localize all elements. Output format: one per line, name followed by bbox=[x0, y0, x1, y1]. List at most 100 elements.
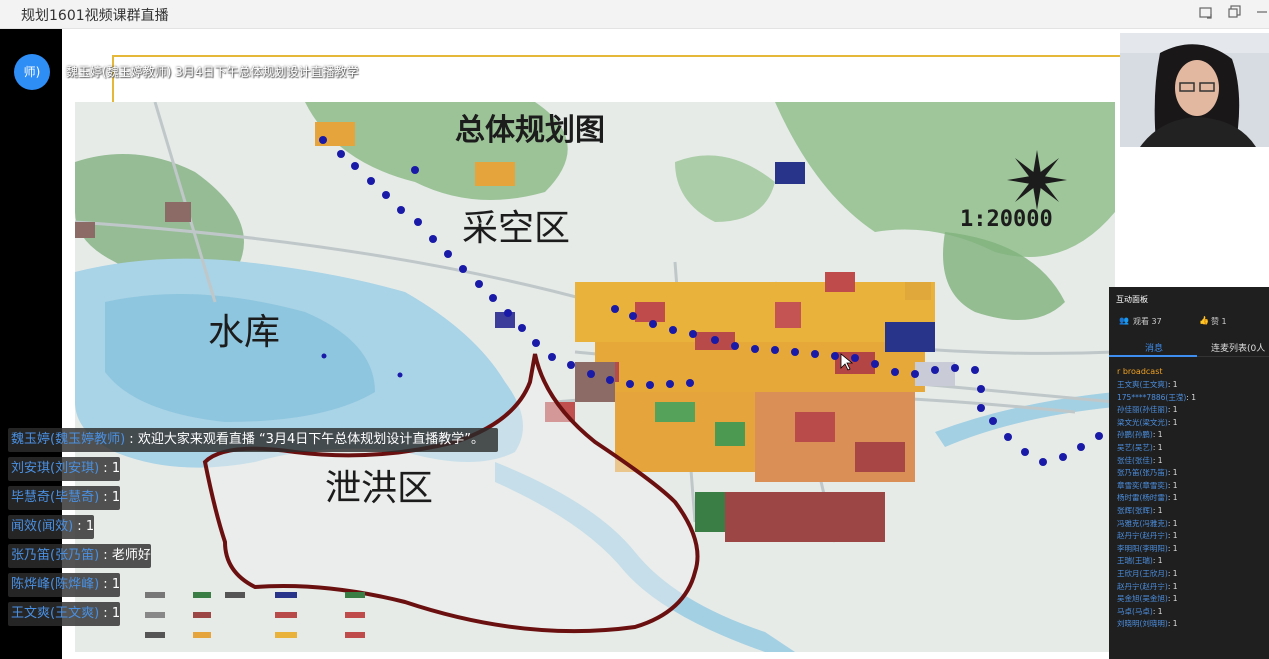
panel-message-user[interactable]: 刘晓明(刘晓明) bbox=[1117, 619, 1168, 628]
chat-username[interactable]: 闻效(闻效) bbox=[11, 519, 73, 534]
chat-line: 王文爽(王文爽) : 1 bbox=[8, 602, 120, 626]
panel-message: 王瑞(王瑞): 1 bbox=[1117, 555, 1269, 568]
panel-message: 吴艺(吴艺): 1 bbox=[1117, 442, 1269, 455]
panel-message-text: 1 bbox=[1172, 619, 1178, 629]
chat-line: 陈烨峰(陈烨峰) : 1 bbox=[8, 573, 120, 597]
chat-message: 1 bbox=[111, 577, 121, 592]
panel-message-text: 1 bbox=[1172, 543, 1178, 553]
panel-message-user[interactable]: 赵丹宁(赵丹宁) bbox=[1117, 582, 1168, 591]
panel-message-user[interactable]: 杨时雷(杨时雷) bbox=[1117, 493, 1168, 502]
panel-message: 吴金旭(吴金旭): 1 bbox=[1117, 593, 1269, 606]
panel-message-user[interactable]: 吴金旭(吴金旭) bbox=[1117, 594, 1168, 603]
panel-tabs: 消息 连麦列表(0人 bbox=[1109, 337, 1269, 357]
chat-line: 刘安琪(刘安琪) : 1 bbox=[8, 457, 120, 481]
panel-message-user[interactable]: 孙鹏(孙鹏) bbox=[1117, 430, 1153, 439]
chat-message: 欢迎大家来观看直播 “3月4日下午总体规划设计直播教学”。 bbox=[137, 432, 484, 447]
panel-message-user[interactable]: 马卓(马卓) bbox=[1117, 607, 1153, 616]
teacher-avatar[interactable]: 师) bbox=[14, 54, 50, 90]
panel-message-user[interactable]: 赵丹宁(赵丹宁) bbox=[1117, 531, 1168, 540]
panel-message-user[interactable]: 吴艺(吴艺) bbox=[1117, 443, 1153, 452]
panel-message: 赵丹宁(赵丹宁): 1 bbox=[1117, 530, 1269, 543]
panel-message-text: 1 bbox=[1172, 581, 1178, 591]
chat-separator: : bbox=[125, 432, 138, 447]
panel-message-text: 1 bbox=[1157, 606, 1163, 616]
map-title: 总体规划图 bbox=[455, 113, 605, 148]
panel-message-text: 1 bbox=[1172, 380, 1178, 389]
map-scale: 1:20000 bbox=[960, 207, 1053, 232]
panel-message-user[interactable]: 孙佳丽(孙佳丽) bbox=[1117, 405, 1168, 414]
map-label-mining: 采空区 bbox=[462, 208, 570, 249]
chat-separator: : bbox=[99, 606, 112, 621]
chat-username[interactable]: 陈烨峰(陈烨峰) bbox=[11, 577, 99, 592]
panel-message-text: 1 bbox=[1172, 594, 1178, 604]
like-count: 赞 1 bbox=[1211, 317, 1227, 326]
panel-message-user[interactable]: 梁文光(梁文光) bbox=[1117, 418, 1168, 427]
panel-message: 孙佳丽(孙佳丽): 1 bbox=[1117, 404, 1269, 417]
tab-mic-list[interactable]: 连麦列表(0人 bbox=[1211, 341, 1265, 354]
panel-message-user[interactable]: 章雪奕(章雪奕) bbox=[1117, 481, 1168, 490]
map-label-flood: 泄洪区 bbox=[325, 468, 433, 509]
panel-message-text: 1 bbox=[1172, 468, 1178, 478]
panel-message-user[interactable]: 张辉(张辉) bbox=[1117, 506, 1153, 515]
panel-message: 王欣月(王欣月): 1 bbox=[1117, 568, 1269, 581]
minimize-icon[interactable] bbox=[1253, 5, 1269, 23]
restore-icon[interactable] bbox=[1197, 5, 1215, 23]
chat-line: 张乃笛(张乃笛) : 老师好 bbox=[8, 544, 151, 568]
panel-message: 张乃笛(张乃笛): 1 bbox=[1117, 467, 1269, 480]
panel-message-user[interactable]: 张佳(张佳) bbox=[1117, 456, 1153, 465]
panel-message: 马卓(马卓): 1 bbox=[1117, 606, 1269, 619]
chat-username[interactable]: 毕慧奇(毕慧奇) bbox=[11, 490, 99, 505]
panel-message-text: 1 bbox=[1191, 392, 1196, 402]
chat-separator: : bbox=[99, 490, 112, 505]
panel-message: 175****7886(王滢): 1 bbox=[1117, 392, 1269, 405]
chat-username[interactable]: 刘安琪(刘安琪) bbox=[11, 461, 99, 476]
like-icon[interactable]: 👍 bbox=[1199, 316, 1209, 325]
chat-line: 毕慧奇(毕慧奇) : 1 bbox=[8, 486, 120, 510]
interaction-panel: 互动面板 👥 观看 37 👍 赞 1 消息 连麦列表(0人 r broadcas… bbox=[1109, 287, 1269, 659]
panel-title: 互动面板 bbox=[1116, 295, 1148, 304]
panel-message-text: 1 bbox=[1157, 430, 1163, 440]
panel-stats: 👥 观看 37 👍 赞 1 bbox=[1119, 316, 1269, 328]
panel-message: 刘晓明(刘晓明): 1 bbox=[1117, 618, 1269, 631]
tab-messages[interactable]: 消息 bbox=[1145, 341, 1163, 354]
panel-message-text: 1 bbox=[1172, 480, 1178, 490]
panel-message-text: 1 bbox=[1172, 493, 1178, 503]
shared-plan-map: 总体规划图 1:20000 采空区 水库 泄洪区 bbox=[75, 102, 1115, 652]
panel-message: 张佳(张佳): 1 bbox=[1117, 455, 1269, 468]
panel-message-user[interactable]: 李明阳(李明阳) bbox=[1117, 544, 1168, 553]
chat-line: 魏玉婷(魏玉婷教师) : 欢迎大家来观看直播 “3月4日下午总体规划设计直播教学… bbox=[8, 428, 498, 452]
panel-message: 孙鹏(孙鹏): 1 bbox=[1117, 429, 1269, 442]
viewers-icon: 👥 bbox=[1119, 316, 1129, 325]
panel-message-text: 1 bbox=[1172, 405, 1178, 415]
chat-message: 1 bbox=[111, 490, 121, 505]
panel-message: 杨时雷(杨时雷): 1 bbox=[1117, 492, 1269, 505]
panel-message-user[interactable]: 王文爽(王文爽) bbox=[1117, 380, 1168, 389]
panel-message-text: 1 bbox=[1157, 455, 1163, 465]
maximize-icon[interactable] bbox=[1226, 5, 1244, 23]
panel-message: 梁文光(梁文光): 1 bbox=[1117, 417, 1269, 430]
panel-message-user[interactable]: 冯雅克(冯雅克) bbox=[1117, 519, 1168, 528]
chat-line: 闻效(闻效) : 1 bbox=[8, 515, 94, 539]
chat-message: 1 bbox=[111, 606, 121, 621]
panel-message-user[interactable]: 王欣月(王欣月) bbox=[1117, 569, 1168, 578]
panel-message-text: 1 bbox=[1172, 417, 1178, 427]
viewer-count: 观看 37 bbox=[1133, 317, 1162, 326]
panel-message-user[interactable]: 175****7886(王滢) bbox=[1117, 393, 1186, 402]
broadcast-label: r broadcast bbox=[1117, 367, 1163, 376]
chat-message: 1 bbox=[111, 461, 121, 476]
panel-message: 冯雅克(冯雅克): 1 bbox=[1117, 518, 1269, 531]
panel-message-text: 1 bbox=[1157, 556, 1163, 566]
panel-message: 章雪奕(章雪奕): 1 bbox=[1117, 480, 1269, 493]
panel-message: 张辉(张辉): 1 bbox=[1117, 505, 1269, 518]
chat-username[interactable]: 张乃笛(张乃笛) bbox=[11, 548, 99, 563]
panel-message-user[interactable]: 王瑞(王瑞) bbox=[1117, 556, 1153, 565]
panel-message-text: 1 bbox=[1172, 531, 1178, 541]
panel-message-text: 1 bbox=[1157, 505, 1163, 515]
teacher-webcam bbox=[1120, 33, 1269, 147]
chat-username[interactable]: 魏玉婷(魏玉婷教师) bbox=[11, 432, 125, 447]
chat-username[interactable]: 王文爽(王文爽) bbox=[11, 606, 99, 621]
chat-separator: : bbox=[99, 548, 112, 563]
panel-message: 赵丹宁(赵丹宁): 1 bbox=[1117, 581, 1269, 594]
panel-message-user[interactable]: 张乃笛(张乃笛) bbox=[1117, 468, 1168, 477]
chat-message: 1 bbox=[85, 519, 95, 534]
